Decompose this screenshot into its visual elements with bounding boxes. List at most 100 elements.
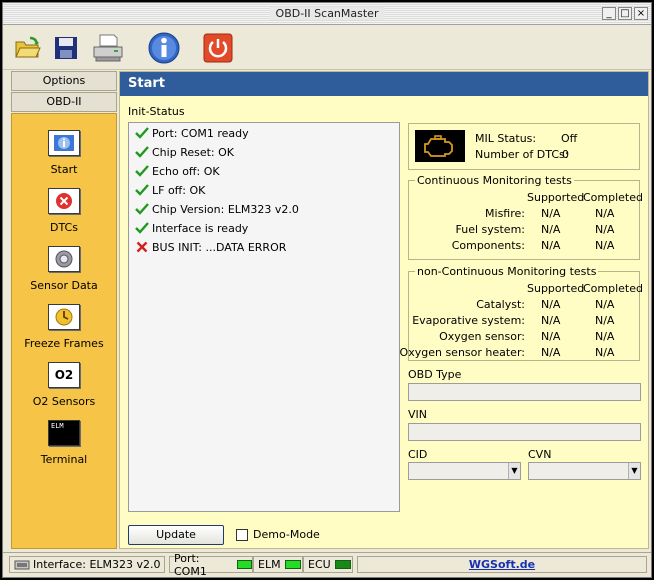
init-line-text: BUS INIT: ...DATA ERROR: [152, 240, 287, 254]
o2-icon-text: O2: [54, 368, 74, 382]
brand-link[interactable]: WGSoft.de: [469, 558, 535, 571]
column-header-supported: Supported: [527, 191, 585, 204]
init-line-text: Interface is ready: [152, 221, 249, 235]
column-header-completed: Completed: [583, 282, 643, 295]
obd-type-field[interactable]: [408, 383, 641, 401]
info-button[interactable]: [147, 32, 181, 64]
monitor-name: Fuel system:: [455, 223, 526, 236]
init-line-text: Chip Reset: OK: [152, 145, 234, 159]
title-bar[interactable]: OBD-II ScanMaster _ □ ×: [3, 3, 651, 25]
ecu-status-text: ECU: [308, 558, 331, 571]
status-bar: Interface: ELM323 v2.0 Port: COM1 ELM EC…: [3, 552, 651, 578]
monitor-completed: N/A: [595, 207, 615, 220]
power-button[interactable]: [201, 32, 235, 64]
vin-field[interactable]: [408, 423, 641, 441]
sidebar-item-freeze-frames[interactable]: Freeze Frames: [12, 304, 116, 350]
terminal-icon-text: ELM: [51, 422, 64, 430]
column-header-supported: Supported: [527, 282, 585, 295]
mil-status-value: Off: [561, 132, 578, 145]
init-line-text: Echo off: OK: [152, 164, 220, 178]
close-button[interactable]: ×: [634, 7, 648, 20]
folder-open-icon: [15, 36, 41, 58]
sidebar-panel: Start DTCs Sensor Data Freeze Frames O2 …: [11, 113, 117, 549]
sidebar-item-dtcs[interactable]: DTCs: [12, 188, 116, 234]
port-status: Port: COM1: [169, 552, 253, 578]
start-icon: [48, 130, 80, 156]
sensor-data-icon: [48, 246, 80, 272]
dtc-icon: [48, 188, 80, 214]
cid-select[interactable]: ▼: [408, 462, 521, 480]
save-button[interactable]: [49, 32, 83, 64]
demo-mode-toggle[interactable]: Demo-Mode: [236, 528, 320, 541]
check-icon: [135, 126, 149, 140]
chevron-down-icon[interactable]: ▼: [628, 463, 640, 479]
non-continuous-monitoring-legend: non-Continuous Monitoring tests: [417, 265, 597, 278]
interface-status: Interface: ELM323 v2.0: [9, 556, 165, 573]
check-icon: [135, 145, 149, 159]
printer-icon: [93, 34, 123, 62]
update-button[interactable]: Update: [128, 525, 224, 545]
demo-mode-checkbox[interactable]: [236, 528, 248, 541]
check-icon: [135, 164, 149, 178]
monitor-completed: N/A: [595, 298, 615, 311]
ecu-status: ECU: [303, 556, 353, 573]
monitor-name: Misfire:: [485, 207, 525, 220]
check-icon: [135, 221, 149, 235]
sidebar-item-start[interactable]: Start: [12, 130, 116, 176]
sidebar-item-sensor-data[interactable]: Sensor Data: [12, 246, 116, 292]
brand-panel: WGSoft.de: [357, 556, 647, 573]
monitor-supported: N/A: [541, 207, 561, 220]
monitor-supported: N/A: [541, 314, 561, 327]
monitor-name: Evaporative system:: [412, 314, 525, 327]
monitor-supported: N/A: [541, 346, 561, 359]
error-x-icon: [135, 240, 149, 254]
sidebar-item-label: Start: [50, 163, 78, 176]
ecu-led-indicator: [334, 560, 351, 569]
list-item: Port: COM1 ready: [135, 125, 249, 141]
monitor-name: Catalyst:: [476, 298, 525, 311]
check-icon: [135, 183, 149, 197]
minimize-button[interactable]: _: [602, 7, 616, 20]
print-button[interactable]: [91, 32, 125, 64]
sidebar-tab-options[interactable]: Options: [11, 71, 117, 91]
sidebar-item-label: Terminal: [40, 453, 88, 466]
column-header-completed: Completed: [583, 191, 643, 204]
elm-status: ELM: [253, 556, 303, 573]
mil-group: MIL Status: Off Number of DTCs: 0: [408, 123, 640, 170]
init-status-list[interactable]: Port: COM1 ready Chip Reset: OK Echo off…: [128, 122, 400, 512]
app-window: OBD-II ScanMaster _ □ × Options OBD-II S…: [2, 2, 652, 578]
monitor-name: Oxygen sensor heater:: [399, 346, 525, 359]
elm-status-text: ELM: [258, 558, 281, 571]
interface-status-text: Interface: ELM323 v2.0: [33, 558, 161, 571]
freeze-frames-icon: [48, 304, 80, 330]
init-line-text: LF off: OK: [152, 183, 206, 197]
monitor-completed: N/A: [595, 346, 615, 359]
chevron-down-icon[interactable]: ▼: [508, 463, 520, 479]
window-title: OBD-II ScanMaster: [269, 7, 385, 20]
monitor-supported: N/A: [541, 239, 561, 252]
vin-label: VIN: [408, 408, 427, 421]
port-led-indicator: [236, 560, 252, 569]
sidebar-item-o2-sensors[interactable]: O2 O2 Sensors: [12, 362, 116, 408]
o2-sensor-icon: O2: [48, 362, 80, 388]
toolbar: [3, 26, 651, 70]
non-continuous-monitoring-group: non-Continuous Monitoring tests Supporte…: [400, 265, 643, 361]
monitor-completed: N/A: [595, 223, 615, 236]
list-item: Echo off: OK: [135, 163, 220, 179]
cid-label: CID: [408, 448, 428, 461]
list-item: LF off: OK: [135, 182, 205, 198]
list-item: Chip Reset: OK: [135, 144, 234, 160]
continuous-monitoring-group: Continuous Monitoring tests Supported Co…: [408, 174, 643, 260]
cvn-select[interactable]: ▼: [528, 462, 641, 480]
check-engine-icon: [415, 130, 465, 162]
sidebar-item-label: O2 Sensors: [32, 395, 96, 408]
maximize-button[interactable]: □: [618, 7, 632, 20]
check-icon: [135, 202, 149, 216]
port-status-text: Port: COM1: [174, 551, 207, 578]
open-button[interactable]: [11, 32, 45, 64]
monitor-supported: N/A: [541, 298, 561, 311]
sidebar-item-terminal[interactable]: ELM Terminal: [12, 420, 116, 466]
sidebar-tab-obd2[interactable]: OBD-II: [11, 92, 117, 112]
mil-status-label: MIL Status:: [475, 132, 537, 145]
terminal-icon: ELM: [48, 420, 80, 446]
